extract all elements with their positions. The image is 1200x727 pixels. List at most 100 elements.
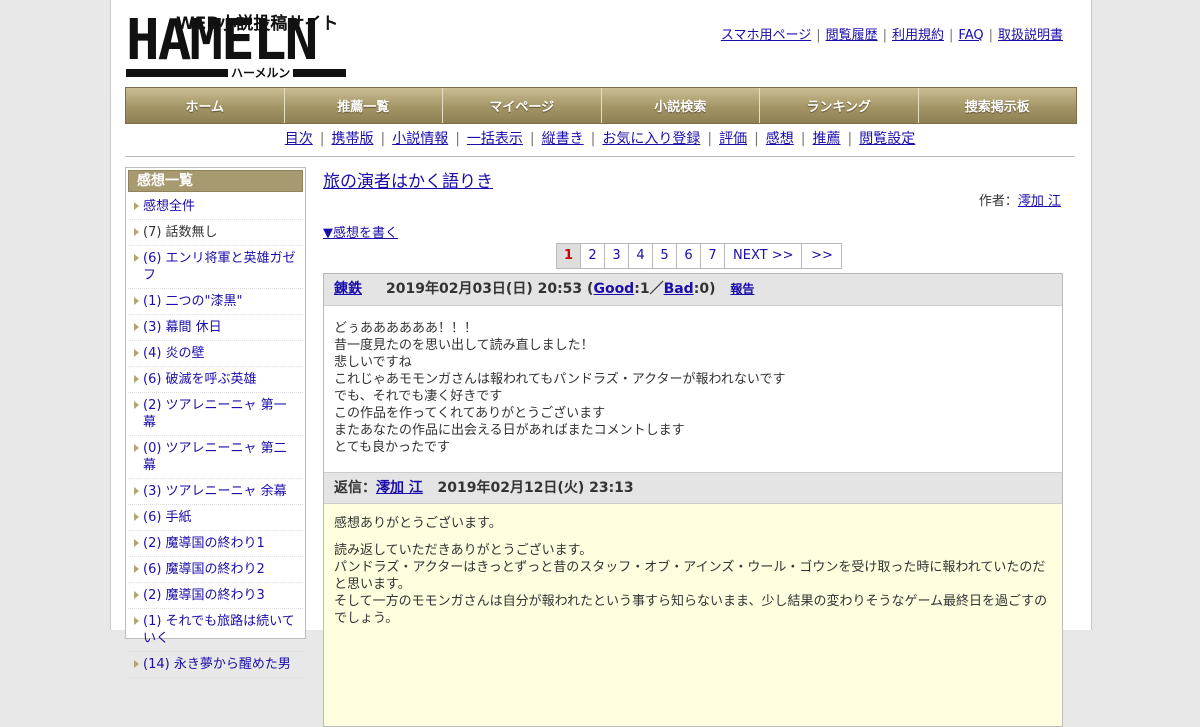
pagination: 1 2 3 4 5 6 7 NEXT >> >> xyxy=(556,243,843,269)
sidebar-item-label[interactable]: (2) 魔導国の終わり1 xyxy=(143,536,265,551)
link-smartphone[interactable]: スマホ用ページ xyxy=(721,28,811,43)
reply-line: 感想ありがとうございます。 xyxy=(334,516,502,531)
sidebar-item-label[interactable]: (3) 幕間 休日 xyxy=(143,320,222,335)
good-count: 1 xyxy=(639,281,650,297)
author-line: 作者：澪加 江 xyxy=(979,190,1061,209)
comment-line: とても良かったです xyxy=(334,440,450,455)
comment-card: 錬鉄 2019年02月03日(日) 20:53 (Good:1／Bad:0) 報告… xyxy=(323,273,1063,727)
comment-sidebar: 感想一覧 感想全件 (7) 話数無し (6) エンリ将軍と英雄ガゼフ (1) 二… xyxy=(125,167,306,678)
page-link[interactable]: 7 xyxy=(701,244,725,268)
comment-line: 悲しいですね xyxy=(334,355,412,370)
sidebar-item-label[interactable]: (6) 破滅を呼ぶ英雄 xyxy=(143,372,257,387)
sub-nav: 目次 | 携帯版 | 小説情報 | 一括表示 | 縦書き | お気に入り登録 | 評価 | 感想 | 推薦 | 閲覧… xyxy=(125,126,1075,157)
page-last[interactable]: >> xyxy=(802,244,841,268)
triangle-icon xyxy=(134,349,139,357)
sidebar-item[interactable]: (1) それでも旅路は続いていく xyxy=(128,609,303,652)
sidebar-item[interactable]: 感想全件 xyxy=(128,194,303,220)
sidebar-item-label: (7) 話数無し xyxy=(143,225,218,240)
page-link[interactable]: 2 xyxy=(581,244,605,268)
reply-user[interactable]: 澪加 江 xyxy=(376,480,423,496)
comment-line: 昔一度見たのを思い出して読み直しました！ xyxy=(334,338,594,353)
sidebar-item[interactable]: (2) 魔導国の終わり1 xyxy=(128,531,303,557)
comment-line: どぅああああああ！！！ xyxy=(334,321,478,336)
hameln-logo[interactable]: WEB小説投稿サイト HAMELN ハーメルン xyxy=(126,9,348,81)
sidebar-item-label[interactable]: (1) それでも旅路は続いていく xyxy=(143,614,295,646)
sidebar-item-label[interactable]: (1) 二つの"漆黒" xyxy=(143,294,243,309)
reply-date: 2019年02月12日(火) 23:13 xyxy=(437,480,634,496)
sidebar-item[interactable]: (0) ツアレニーニャ 第二幕 xyxy=(128,436,303,479)
nav-mypage[interactable]: マイページ xyxy=(443,88,602,123)
page-link[interactable]: 6 xyxy=(677,244,701,268)
subnav-mobile[interactable]: 携帯版 xyxy=(331,131,373,147)
reply-body: 感想ありがとうございます。 読み返していただきありがとうございます。 パンドラズ… xyxy=(324,504,1062,726)
sidebar-item-label[interactable]: (6) 魔導国の終わり2 xyxy=(143,562,265,577)
triangle-icon xyxy=(134,228,139,236)
sidebar-item: (7) 話数無し xyxy=(128,220,303,246)
triangle-icon xyxy=(134,444,139,452)
sidebar-item[interactable]: (3) 幕間 休日 xyxy=(128,315,303,341)
subnav-rate[interactable]: 評価 xyxy=(719,131,747,147)
novel-title[interactable]: 旅の演者はかく語りき xyxy=(323,167,493,192)
triangle-icon xyxy=(134,513,139,521)
sidebar-item[interactable]: (2) 魔導国の終わり3 xyxy=(128,583,303,609)
comment-user[interactable]: 錬鉄 xyxy=(334,281,362,297)
page-link[interactable]: 4 xyxy=(629,244,653,268)
sidebar-item[interactable]: (14) 永き夢から醒めた男 xyxy=(128,652,303,678)
link-faq[interactable]: FAQ xyxy=(958,28,983,43)
subnav-all[interactable]: 一括表示 xyxy=(467,131,523,147)
subnav-comments[interactable]: 感想 xyxy=(766,131,794,147)
page-link[interactable]: 5 xyxy=(653,244,677,268)
triangle-icon xyxy=(134,591,139,599)
comment-header: 錬鉄 2019年02月03日(日) 20:53 (Good:1／Bad:0) 報告 xyxy=(324,274,1062,306)
sidebar-item-label[interactable]: (2) ツアレニーニャ 第一幕 xyxy=(143,398,287,430)
author-link[interactable]: 澪加 江 xyxy=(1018,194,1061,209)
sidebar-item-label[interactable]: (6) エンリ将軍と英雄ガゼフ xyxy=(143,251,296,283)
subnav-toc[interactable]: 目次 xyxy=(285,131,313,147)
sidebar-item[interactable]: (6) 魔導国の終わり2 xyxy=(128,557,303,583)
sidebar-item-label[interactable]: 感想全件 xyxy=(143,199,195,214)
sidebar-item[interactable]: (6) 破滅を呼ぶ英雄 xyxy=(128,367,303,393)
nav-search[interactable]: 小説検索 xyxy=(601,88,760,123)
logo-kana: ハーメルン xyxy=(228,64,294,81)
main-nav: ホーム 推薦一覧 マイページ 小説検索 ランキング 捜索掲示板 xyxy=(125,87,1077,124)
link-terms[interactable]: 利用規約 xyxy=(892,28,944,43)
triangle-icon xyxy=(134,660,139,668)
sidebar-item-label[interactable]: (4) 炎の壁 xyxy=(143,346,205,361)
triangle-icon xyxy=(134,401,139,409)
subnav-settings[interactable]: 閲覧設定 xyxy=(859,131,915,147)
sidebar-item-label[interactable]: (6) 手紙 xyxy=(143,510,192,525)
sidebar-item[interactable]: (4) 炎の壁 xyxy=(128,341,303,367)
nav-recommend[interactable]: 推薦一覧 xyxy=(284,88,443,123)
sidebar-item-label[interactable]: (3) ツアレニーニャ 余幕 xyxy=(143,484,287,499)
nav-board[interactable]: 捜索掲示板 xyxy=(918,88,1076,123)
page: WEB小説投稿サイト HAMELN ハーメルン スマホ用ページ | 閲覧履歴 | 利用規… xyxy=(110,0,1092,727)
sidebar-item-label[interactable]: (0) ツアレニーニャ 第二幕 xyxy=(143,441,287,473)
report-link[interactable]: 報告 xyxy=(730,282,754,296)
page-current: 1 xyxy=(557,244,581,268)
sidebar-item[interactable]: (2) ツアレニーニャ 第一幕 xyxy=(128,393,303,436)
triangle-icon xyxy=(134,297,139,305)
subnav-recommend[interactable]: 推薦 xyxy=(813,131,841,147)
nav-ranking[interactable]: ランキング xyxy=(760,88,919,123)
reply-line: 読み返していただきありがとうございます。 xyxy=(334,543,593,558)
subnav-vertical[interactable]: 縦書き xyxy=(542,131,584,147)
write-comment-link[interactable]: ▼感想を書く xyxy=(323,222,398,241)
sidebar-item[interactable]: (1) 二つの"漆黒" xyxy=(128,289,303,315)
subnav-info[interactable]: 小説情報 xyxy=(392,131,448,147)
good-link[interactable]: Good xyxy=(593,281,634,297)
nav-home[interactable]: ホーム xyxy=(126,88,285,123)
reply-label: 返信： xyxy=(334,480,376,496)
page-next[interactable]: NEXT >> xyxy=(725,244,803,268)
triangle-icon xyxy=(134,565,139,573)
sidebar-item[interactable]: (3) ツアレニーニャ 余幕 xyxy=(128,479,303,505)
triangle-icon xyxy=(134,375,139,383)
subnav-favorite[interactable]: お気に入り登録 xyxy=(602,131,700,147)
sidebar-item[interactable]: (6) 手紙 xyxy=(128,505,303,531)
sidebar-item[interactable]: (6) エンリ将軍と英雄ガゼフ xyxy=(128,246,303,289)
link-manual[interactable]: 取扱説明書 xyxy=(998,28,1063,43)
link-history[interactable]: 閲覧履歴 xyxy=(826,28,878,43)
bad-link[interactable]: Bad xyxy=(664,281,694,297)
sidebar-item-label[interactable]: (2) 魔導国の終わり3 xyxy=(143,588,265,603)
page-link[interactable]: 3 xyxy=(605,244,629,268)
sidebar-item-label[interactable]: (14) 永き夢から醒めた男 xyxy=(143,657,291,672)
